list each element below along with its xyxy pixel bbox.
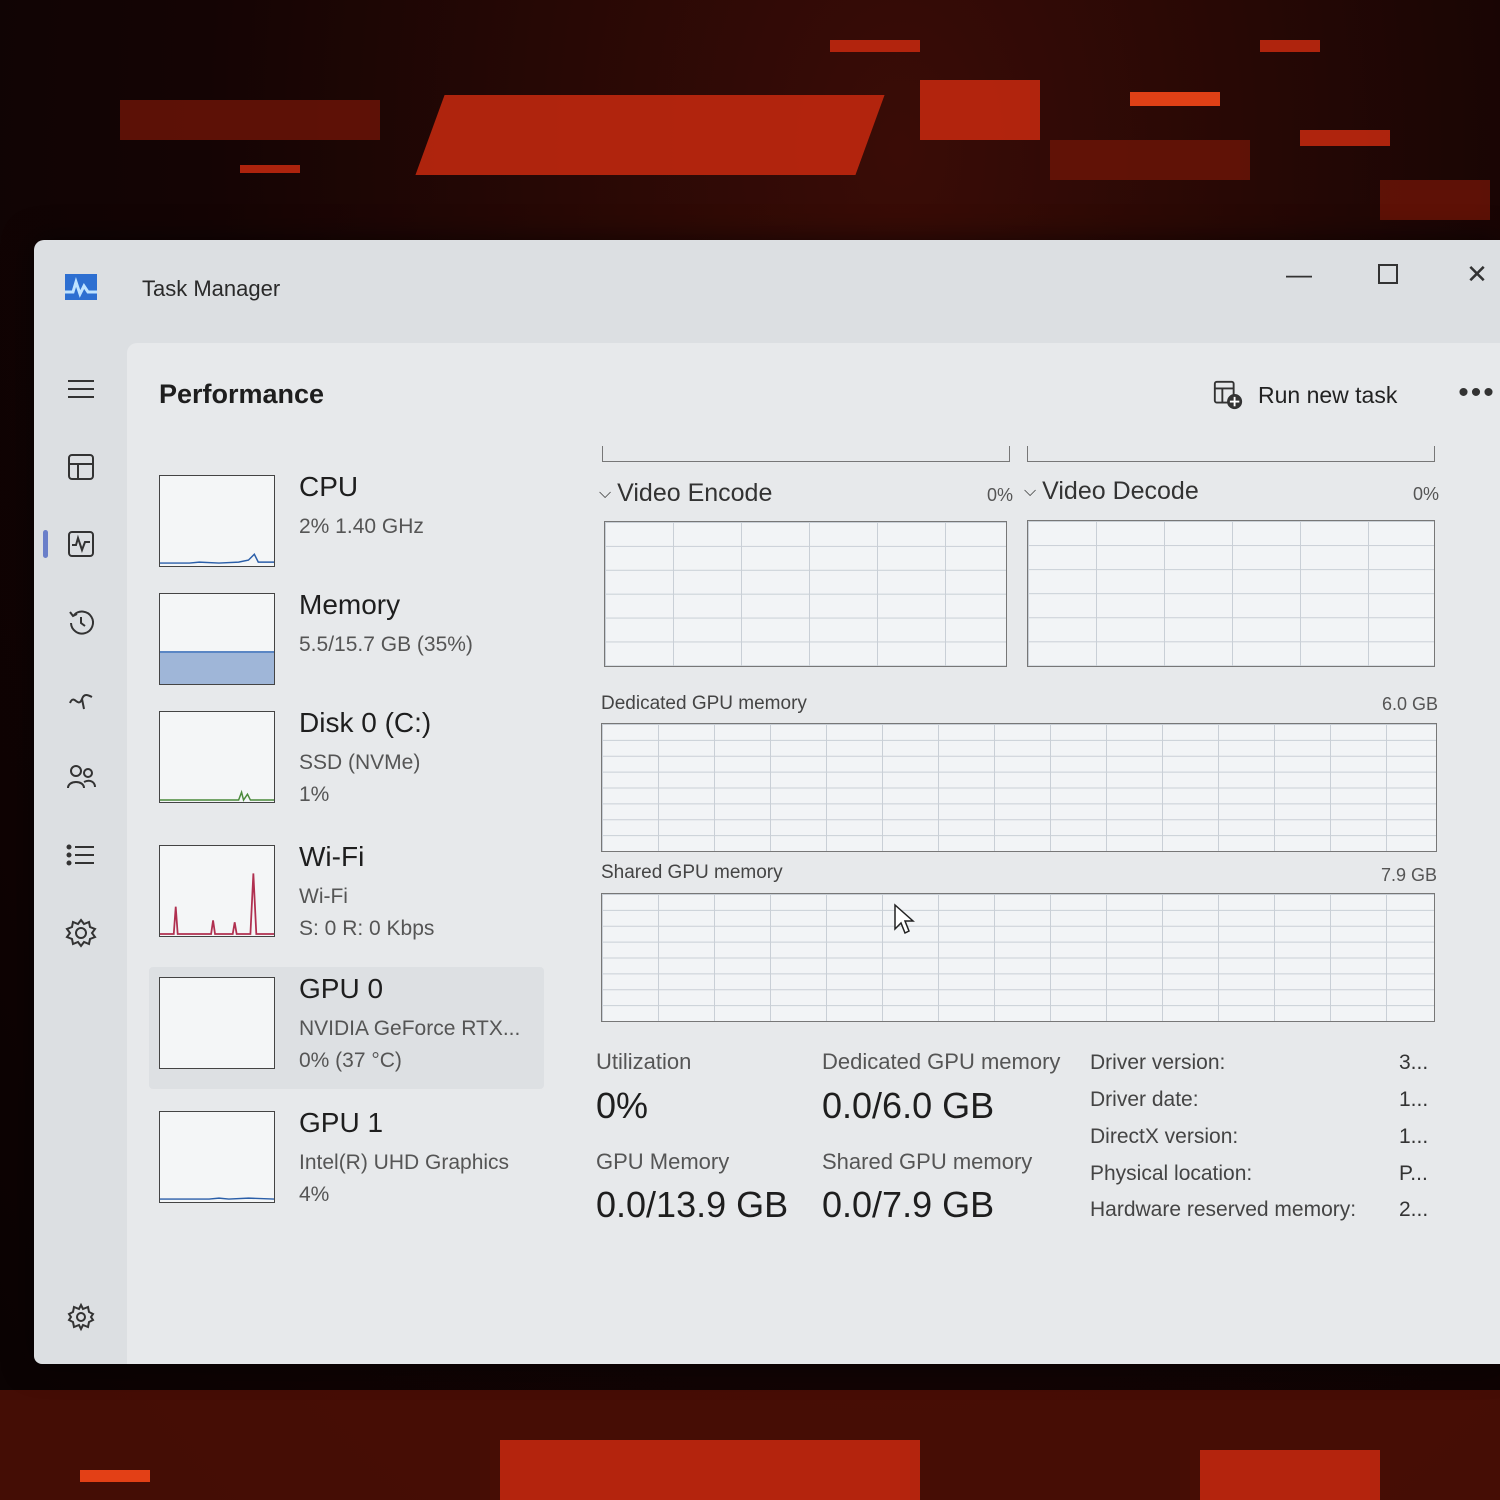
video-encode-title[interactable]: ⌵ Video Encode [599,479,772,508]
device-detail: 5.5/15.7 GB (35%) [299,633,473,656]
utilization-value: 0% [596,1085,649,1126]
scrolled-graph-edge [602,446,1010,462]
disk-thumbnail-graph [159,711,275,803]
device-detail: 2% 1.40 GHz [299,515,424,538]
task-manager-app-icon [65,274,97,300]
run-new-task-icon [1213,380,1243,410]
wifi-thumbnail-graph [159,845,275,937]
window-title: Task Manager [142,276,281,301]
device-detail: NVIDIA GeForce RTX... [299,1017,521,1040]
video-decode-value: 0% [1412,484,1439,504]
run-new-task-button[interactable]: Run new task [1212,373,1397,417]
run-new-task-label: Run new task [1258,381,1398,408]
device-gpu-1[interactable]: GPU 1 Intel(R) UHD Graphics 4% [149,1101,544,1223]
cpu-thumbnail-graph [159,475,275,567]
minimize-icon: — [1286,258,1312,289]
device-name: CPU [299,471,359,502]
more-options-icon: ••• [1458,376,1496,409]
dedicated-memory-label: Dedicated GPU memory [822,1049,1061,1074]
device-name: Memory [299,589,401,620]
info-value: 1... [1399,1088,1429,1111]
gpu1-thumbnail-graph [159,1111,275,1203]
hamburger-menu-icon[interactable] [64,372,98,406]
gpu0-thumbnail-graph [159,977,275,1069]
info-value: P... [1399,1162,1428,1185]
device-detail: S: 0 R: 0 Kbps [299,917,435,940]
info-value: 3... [1399,1051,1429,1074]
performance-panel: Performance Run new task ••• CPU 2% 1.40… [127,343,1500,1364]
navigation-rail [43,360,124,1360]
device-wifi[interactable]: Wi-Fi Wi-Fi S: 0 R: 0 Kbps [149,835,544,957]
info-key: Driver date: [1090,1088,1199,1111]
device-name: Wi-Fi [299,841,365,872]
info-value: 2... [1399,1198,1429,1221]
close-button[interactable]: ✕ [1447,254,1500,294]
device-detail: SSD (NVMe) [299,751,421,774]
gpu-memory-label: GPU Memory [596,1149,730,1174]
device-detail: 0% (37 °C) [299,1049,402,1072]
details-icon[interactable] [64,838,98,872]
device-name: GPU 1 [299,1107,384,1138]
device-detail: Intel(R) UHD Graphics [299,1151,510,1174]
more-options-button[interactable]: ••• [1452,371,1500,415]
device-gpu-0[interactable]: GPU 0 NVIDIA GeForce RTX... 0% (37 °C) [149,967,544,1089]
info-key: Driver version: [1090,1051,1226,1074]
app-history-icon[interactable] [64,606,98,640]
info-key: Physical location: [1090,1162,1253,1185]
shared-memory-graph-max: 7.9 GB [1380,865,1437,885]
video-decode-title[interactable]: ⌵ Video Decode [1024,477,1199,506]
shared-memory-graph [601,893,1435,1022]
gpu-memory-value: 0.0/13.9 GB [596,1184,789,1225]
device-detail: 4% [299,1183,330,1206]
processes-icon[interactable] [64,450,98,484]
device-disk[interactable]: Disk 0 (C:) SSD (NVMe) 1% [149,701,544,823]
users-icon[interactable] [64,760,98,794]
shared-memory-graph-label: Shared GPU memory [601,862,783,883]
page-title: Performance [159,379,325,409]
startup-apps-icon[interactable] [64,683,98,717]
performance-icon[interactable] [64,527,98,561]
dedicated-memory-graph [601,723,1437,852]
shared-memory-label: Shared GPU memory [822,1149,1033,1174]
info-key: Hardware reserved memory: [1090,1198,1357,1221]
shared-memory-value: 0.0/7.9 GB [822,1184,995,1225]
device-name: Disk 0 (C:) [299,707,432,738]
info-key: DirectX version: [1090,1125,1239,1148]
mouse-pointer-icon [894,903,915,935]
device-name: GPU 0 [299,973,384,1004]
utilization-label: Utilization [596,1049,692,1074]
minimize-button[interactable]: — [1269,254,1329,294]
device-cpu[interactable]: CPU 2% 1.40 GHz [149,465,544,587]
services-icon[interactable] [64,916,98,950]
device-memory[interactable]: Memory 5.5/15.7 GB (35%) [149,583,544,705]
settings-icon[interactable] [64,1300,98,1334]
info-value: 1... [1399,1125,1429,1148]
dedicated-memory-graph-max: 6.0 GB [1381,694,1438,714]
device-detail: Wi-Fi [299,885,348,908]
device-detail: 1% [299,783,330,806]
maximize-button[interactable] [1358,254,1418,294]
memory-thumbnail-graph [159,593,275,685]
memory-usage-fill [160,650,274,684]
scrolled-graph-edge [1027,446,1435,462]
close-icon: ✕ [1466,258,1488,289]
video-encode-value: 0% [986,485,1013,505]
video-encode-graph [604,521,1007,667]
dedicated-memory-graph-label: Dedicated GPU memory [601,693,807,714]
active-nav-indicator [43,530,48,558]
dedicated-memory-value: 0.0/6.0 GB [822,1085,995,1126]
task-manager-window: Task Manager — ✕ Performance Run new tas… [34,240,1500,1364]
video-decode-graph [1027,520,1435,667]
title-bar: Task Manager — ✕ [34,240,1500,340]
maximize-icon [1378,264,1398,284]
chevron-down-icon: ⌵ [1024,482,1037,500]
chevron-down-icon: ⌵ [599,484,612,502]
